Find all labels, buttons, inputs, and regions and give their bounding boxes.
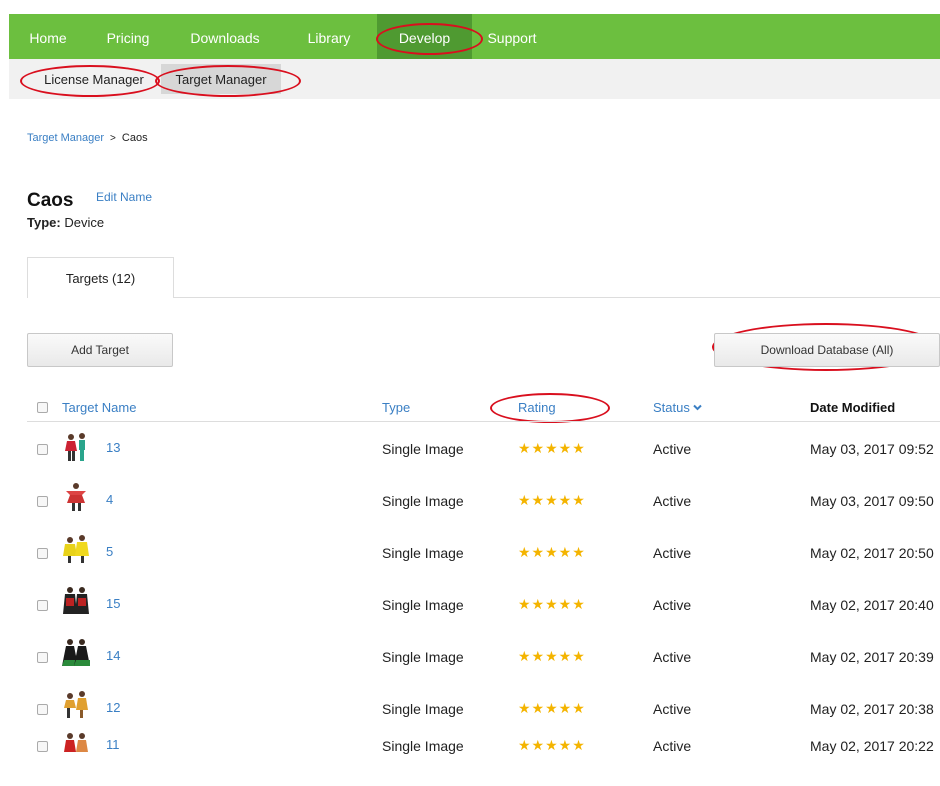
rating-stars: ★★★★★ — [518, 700, 586, 716]
target-name-link[interactable]: 11 — [106, 737, 120, 752]
breadcrumb: Target Manager > Caos — [27, 132, 148, 144]
target-name-link[interactable]: 4 — [106, 492, 113, 507]
sub-nav: License Manager Target Manager — [9, 59, 940, 99]
row-date: May 03, 2017 09:50 — [810, 493, 934, 509]
header-type[interactable]: Type — [382, 400, 410, 415]
nav-downloads[interactable]: Downloads — [169, 14, 281, 59]
row-date: May 02, 2017 20:39 — [810, 649, 934, 665]
row-status: Active — [653, 738, 692, 754]
row-type: Single Image — [382, 545, 464, 561]
target-thumbnail — [63, 535, 89, 563]
download-database-button[interactable]: Download Database (All) — [714, 333, 940, 367]
rating-stars: ★★★★★ — [518, 596, 586, 612]
subnav-license-manager[interactable]: License Manager — [29, 64, 159, 94]
target-name-link[interactable]: 15 — [106, 596, 120, 611]
row-type: Single Image — [382, 441, 464, 457]
rating-stars: ★★★★★ — [518, 737, 586, 753]
row-type: Single Image — [382, 493, 464, 509]
row-checkbox[interactable] — [37, 548, 48, 559]
row-checkbox[interactable] — [37, 652, 48, 663]
table-row: 11 Single Image ★★★★★ Active May 02, 201… — [0, 733, 940, 786]
row-checkbox[interactable] — [37, 600, 48, 611]
row-checkbox[interactable] — [37, 444, 48, 455]
row-date: May 02, 2017 20:22 — [810, 738, 934, 754]
header-target-name[interactable]: Target Name — [62, 400, 136, 415]
target-thumbnail — [62, 639, 90, 666]
type-label: Type: — [27, 215, 61, 230]
rating-stars: ★★★★★ — [518, 492, 586, 508]
target-thumbnail — [65, 433, 85, 461]
row-type: Single Image — [382, 597, 464, 613]
target-thumbnail — [64, 691, 88, 718]
row-checkbox[interactable] — [37, 741, 48, 752]
table-row: 13 Single Image ★★★★★ Active May 03, 201… — [0, 422, 940, 474]
edit-name-link[interactable]: Edit Name — [96, 190, 152, 204]
row-status: Active — [653, 701, 692, 717]
row-checkbox[interactable] — [37, 704, 48, 715]
table-row: 14 Single Image ★★★★★ Active May 02, 201… — [0, 630, 940, 682]
row-status: Active — [653, 649, 692, 665]
nav-home[interactable]: Home — [9, 14, 87, 59]
rating-stars: ★★★★★ — [518, 544, 586, 560]
row-date: May 03, 2017 09:52 — [810, 441, 934, 457]
target-thumbnail — [64, 733, 88, 752]
breadcrumb-current: Caos — [121, 132, 148, 144]
tab-targets[interactable]: Targets (12) — [27, 257, 174, 298]
target-name-link[interactable]: 12 — [106, 700, 120, 715]
nav-pricing[interactable]: Pricing — [87, 14, 169, 59]
breadcrumb-separator: > — [110, 133, 116, 144]
table-row: 15 Single Image ★★★★★ Active May 02, 201… — [0, 578, 940, 630]
row-type: Single Image — [382, 701, 464, 717]
target-thumbnail — [63, 587, 89, 614]
header-date-modified[interactable]: Date Modified — [810, 400, 895, 415]
row-status: Active — [653, 597, 692, 613]
target-name-link[interactable]: 14 — [106, 648, 120, 663]
rating-stars: ★★★★★ — [518, 440, 586, 456]
add-target-button[interactable]: Add Target — [27, 333, 173, 367]
database-type: Type: Device — [27, 215, 104, 230]
row-date: May 02, 2017 20:40 — [810, 597, 934, 613]
row-status: Active — [653, 493, 692, 509]
select-all-checkbox[interactable] — [37, 402, 48, 413]
nav-library[interactable]: Library — [281, 14, 377, 59]
header-rating[interactable]: Rating — [518, 400, 556, 415]
nav-develop[interactable]: Develop — [377, 14, 472, 59]
nav-support[interactable]: Support — [472, 14, 552, 59]
breadcrumb-parent-link[interactable]: Target Manager — [27, 132, 104, 144]
type-value: Device — [64, 215, 105, 230]
target-name-link[interactable]: 13 — [106, 440, 120, 455]
rating-stars: ★★★★★ — [518, 648, 586, 664]
row-status: Active — [653, 545, 692, 561]
row-type: Single Image — [382, 649, 464, 665]
table-row: 12 Single Image ★★★★★ Active May 02, 201… — [0, 682, 940, 734]
table-row: 4 Single Image ★★★★★ Active May 03, 2017… — [0, 474, 940, 526]
row-date: May 02, 2017 20:38 — [810, 701, 934, 717]
row-status: Active — [653, 441, 692, 457]
header-status-label: Status — [653, 400, 690, 415]
header-status[interactable]: Status — [653, 400, 703, 415]
target-thumbnail — [66, 483, 86, 511]
top-nav: Home Pricing Downloads Library Develop S… — [9, 14, 940, 59]
row-type: Single Image — [382, 738, 464, 754]
page-title: Caos — [27, 190, 74, 211]
subnav-target-manager[interactable]: Target Manager — [161, 64, 281, 94]
chevron-down-icon — [693, 404, 703, 411]
row-checkbox[interactable] — [37, 496, 48, 507]
row-date: May 02, 2017 20:50 — [810, 545, 934, 561]
table-row: 5 Single Image ★★★★★ Active May 02, 2017… — [0, 526, 940, 578]
target-name-link[interactable]: 5 — [106, 544, 113, 559]
